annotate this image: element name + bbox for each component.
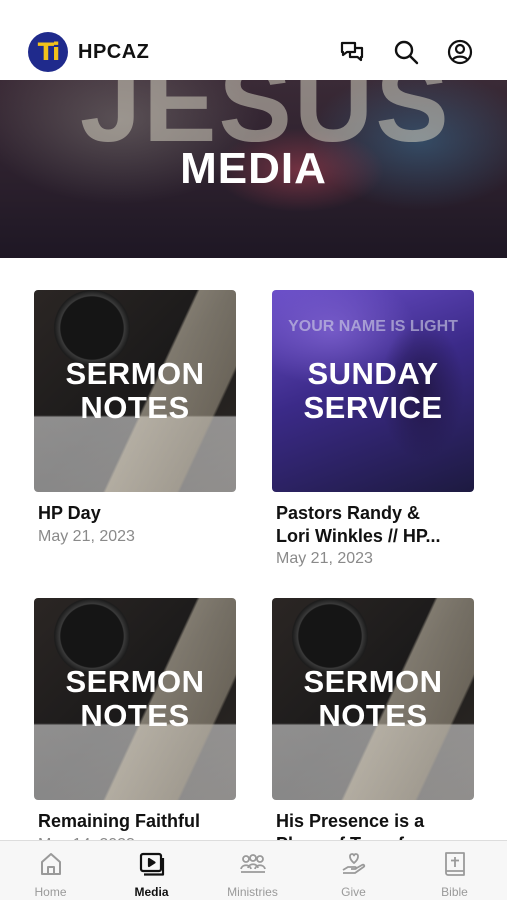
media-thumbnail[interactable]: SERMON NOTES [34, 598, 236, 800]
thumbnail-text: SERMON NOTES [303, 664, 443, 733]
chat-icon[interactable] [338, 38, 366, 66]
media-thumbnail[interactable]: YOUR NAME IS LIGHT SUNDAY SERVICE [272, 290, 474, 492]
home-icon [40, 853, 61, 875]
thumbnail-text: SERMON NOTES [65, 664, 205, 733]
media-date: May 21, 2023 [38, 528, 135, 545]
tab-ministries[interactable]: Ministries [202, 841, 303, 900]
search-icon[interactable] [392, 38, 420, 66]
tab-bible[interactable]: Bible [404, 841, 505, 900]
ministries-icon [239, 854, 266, 873]
thumbnail-overline: YOUR NAME IS LIGHT [288, 318, 458, 335]
app-logo[interactable]: Ti [28, 32, 68, 72]
tab-label: Give [341, 885, 366, 899]
tab-home[interactable]: Home [0, 841, 101, 900]
bottom-tab-bar: Home Media Ministries Give Bible [0, 840, 507, 900]
logo-text: Ti [37, 38, 61, 66]
media-thumbnail[interactable]: SERMON NOTES [272, 598, 474, 800]
bible-icon [444, 852, 465, 876]
thumbnail-text: SERMON NOTES [65, 356, 205, 425]
tab-label: Ministries [227, 885, 278, 899]
tab-label: Bible [441, 885, 468, 899]
media-thumbnail[interactable]: SERMON NOTES [34, 290, 236, 492]
tab-give[interactable]: Give [303, 841, 404, 900]
media-hero-banner: JESUS MEDIA [0, 80, 507, 258]
media-date: May 21, 2023 [276, 550, 373, 567]
tab-media[interactable]: Media [101, 841, 202, 900]
app-header: Ti HPCAZ [0, 0, 507, 80]
media-title[interactable]: Remaining Faithful [38, 810, 236, 833]
app-title: HPCAZ [78, 41, 150, 63]
media-icon [139, 852, 164, 876]
tab-label: Home [34, 885, 67, 899]
give-icon [342, 853, 365, 874]
media-title[interactable]: HP Day [38, 502, 236, 525]
page-title: MEDIA [180, 144, 327, 193]
profile-icon[interactable] [446, 38, 474, 66]
media-title[interactable]: Pastors Randy & Lori Winkles // HP... [276, 502, 474, 548]
tab-label: Media [134, 885, 169, 899]
thumbnail-text: SUNDAY SERVICE [303, 356, 443, 425]
